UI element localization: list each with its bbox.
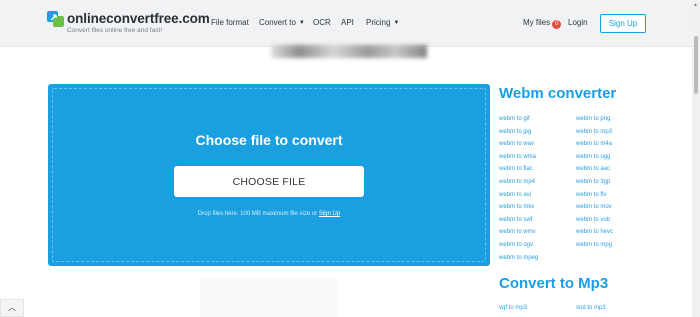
my-files-label: My files bbox=[523, 18, 551, 27]
converter-link[interactable]: snd to mp3 bbox=[576, 304, 606, 317]
mp3-links-left: vqf to mp3 bbox=[499, 304, 527, 317]
converter-link[interactable]: webm to mov bbox=[576, 203, 613, 216]
drop-signup-link[interactable]: Sign Up bbox=[319, 211, 340, 217]
mp3-links-right: snd to mp3 bbox=[576, 304, 606, 317]
logo-text[interactable]: onlineconvertfree.com bbox=[67, 11, 210, 26]
chevron-up-icon: ︿ bbox=[8, 303, 16, 312]
nav-api[interactable]: API bbox=[341, 18, 354, 27]
login-link[interactable]: Login bbox=[568, 18, 588, 27]
converter-link[interactable]: webm to avi bbox=[499, 191, 538, 204]
drop-note-text: Drop files here. 100 MB maximum file siz… bbox=[197, 211, 318, 217]
upload-dropzone[interactable]: Choose file to convert CHOOSE FILE Drop … bbox=[48, 84, 490, 266]
scroll-to-top-button[interactable]: ︿ bbox=[0, 299, 24, 317]
converter-link[interactable]: webm to flv bbox=[576, 191, 613, 204]
converter-link[interactable]: webm to wma bbox=[499, 153, 538, 166]
converter-link[interactable]: webm to m4a bbox=[576, 140, 613, 153]
converter-link[interactable]: webm to mp3 bbox=[576, 128, 613, 141]
nav-label: Convert to bbox=[259, 18, 296, 27]
page-scrollbar[interactable]: ▲ bbox=[692, 0, 700, 317]
drop-note: Drop files here. 100 MB maximum file siz… bbox=[48, 211, 490, 217]
converter-link[interactable]: webm to swf bbox=[499, 216, 538, 229]
nav-pricing[interactable]: Pricing ▼ bbox=[366, 18, 399, 27]
chevron-down-icon: ▼ bbox=[393, 20, 400, 26]
converter-link[interactable]: webm to jpg bbox=[499, 128, 538, 141]
logo-swap-icon[interactable] bbox=[47, 11, 65, 27]
site-header: onlineconvertfree.com Convert files onli… bbox=[0, 0, 692, 47]
converter-link[interactable]: vqf to mp3 bbox=[499, 304, 527, 317]
converter-links-left: webm to gif webm to jpg webm to wav webm… bbox=[499, 115, 538, 266]
converter-link[interactable]: webm to ogv bbox=[499, 241, 538, 254]
converter-link[interactable]: webm to wmv bbox=[499, 228, 538, 241]
nav-ocr[interactable]: OCR bbox=[313, 18, 331, 27]
converter-link[interactable]: webm to 3gp bbox=[576, 178, 613, 191]
converter-link[interactable]: webm to mkv bbox=[499, 203, 538, 216]
nav-label: API bbox=[341, 18, 354, 27]
nav-label: File format bbox=[211, 18, 249, 27]
converter-links-right: webm to png webm to mp3 webm to m4a webm… bbox=[576, 115, 613, 254]
converter-link[interactable]: webm to hevc bbox=[576, 228, 613, 241]
converter-link[interactable]: webm to png bbox=[576, 115, 613, 128]
converter-link[interactable]: webm to flac bbox=[499, 165, 538, 178]
logo-tagline: Convert files online free and fast! bbox=[67, 27, 163, 34]
converter-link[interactable]: webm to mpeg bbox=[499, 254, 538, 267]
upload-title: Choose file to convert bbox=[195, 132, 343, 148]
nav-label: Pricing bbox=[366, 18, 391, 27]
converter-link[interactable]: webm to wav bbox=[499, 140, 538, 153]
scroll-up-arrow-icon[interactable]: ▲ bbox=[693, 2, 698, 8]
converter-link[interactable]: webm to mpg bbox=[576, 241, 613, 254]
scrollbar-thumb[interactable] bbox=[694, 36, 698, 94]
signup-button[interactable]: Sign Up bbox=[600, 14, 646, 33]
choose-file-button[interactable]: CHOOSE FILE bbox=[174, 166, 364, 197]
converter-link[interactable]: webm to vob bbox=[576, 216, 613, 229]
webm-converter-heading: Webm converter bbox=[499, 85, 617, 102]
convert-to-mp3-heading: Convert to Mp3 bbox=[499, 275, 609, 292]
my-files-link[interactable]: My files 0 bbox=[523, 18, 562, 29]
chevron-down-icon: ▼ bbox=[298, 20, 305, 26]
nav-convert-to[interactable]: Convert to ▼ bbox=[259, 18, 305, 27]
blurred-ad-banner bbox=[271, 45, 427, 58]
converter-link[interactable]: webm to ogg bbox=[576, 153, 613, 166]
ad-placeholder bbox=[200, 278, 338, 317]
nav-label: OCR bbox=[313, 18, 331, 27]
converter-link[interactable]: webm to mp4 bbox=[499, 178, 538, 191]
converter-link[interactable]: webm to gif bbox=[499, 115, 538, 128]
nav-file-format[interactable]: File format bbox=[211, 18, 249, 27]
files-count-badge: 0 bbox=[552, 20, 562, 29]
converter-link[interactable]: webm to aac bbox=[576, 165, 613, 178]
